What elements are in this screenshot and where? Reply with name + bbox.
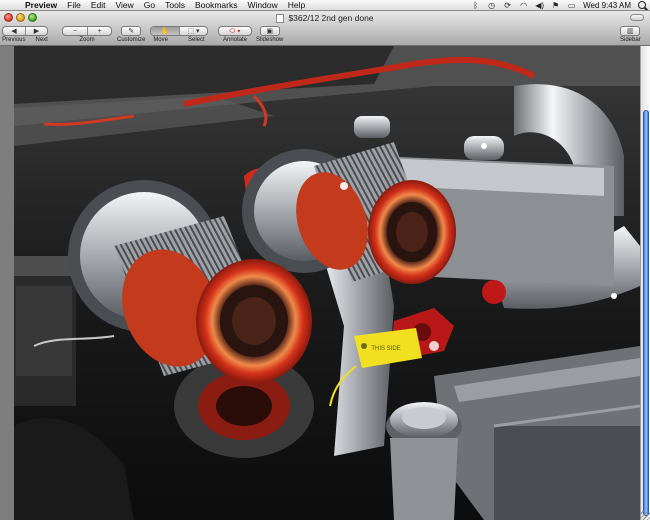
- slideshow-icon: ▣: [266, 28, 273, 35]
- sidebar-button[interactable]: ▥: [620, 26, 641, 36]
- menu-file[interactable]: File: [62, 0, 86, 10]
- previous-next-group: ◀ ▶ Previous Next: [2, 26, 48, 43]
- slideshow-label: Slideshow: [256, 37, 284, 43]
- move-select-group: ✋ ⬚ ▾ Move Select: [150, 26, 208, 43]
- menu-clock[interactable]: Wed 9:43 AM: [583, 1, 631, 10]
- customize-group: ✎ Customize: [117, 26, 145, 43]
- wifi-icon[interactable]: ◠: [519, 1, 528, 10]
- move-tool-button[interactable]: ✋: [151, 27, 179, 35]
- zoom-label: Zoom: [79, 37, 95, 43]
- sync-icon[interactable]: ⟳: [503, 1, 512, 10]
- zoom-out-button[interactable]: −: [63, 27, 87, 35]
- spotlight-search-icon[interactable]: [638, 1, 646, 9]
- window-controls: [4, 13, 37, 22]
- slideshow-group: ▣ Slideshow: [256, 26, 283, 43]
- toolbar-toggle-button[interactable]: [630, 14, 644, 21]
- volume-icon[interactable]: ◀): [535, 1, 544, 10]
- sidebar-group: ▥ Sidebar: [620, 26, 641, 43]
- sidebar-icon: ▥: [627, 28, 634, 35]
- minimize-window-icon[interactable]: [16, 13, 25, 22]
- vertical-scrollbar[interactable]: [640, 46, 650, 520]
- move-label: Move: [153, 37, 168, 43]
- customize-label: Customize: [117, 37, 146, 43]
- zoom-window-icon[interactable]: [28, 13, 37, 22]
- document-viewport[interactable]: THIS SIDE: [0, 46, 650, 520]
- previous-button[interactable]: ◀: [3, 27, 25, 35]
- window-title-text: $362/12 2nd gen done: [288, 13, 374, 23]
- select-tool-button[interactable]: ⬚ ▾: [179, 27, 207, 35]
- previous-next-segmented: ◀ ▶: [2, 26, 48, 36]
- scrollbar-thumb[interactable]: [643, 110, 649, 516]
- menu-tools[interactable]: Tools: [160, 0, 190, 10]
- menu-preview[interactable]: Preview: [20, 0, 62, 10]
- sidebar-label: Sidebar: [620, 37, 641, 43]
- menu-edit[interactable]: Edit: [86, 0, 111, 10]
- flag-icon[interactable]: ⚑: [551, 1, 560, 10]
- document-icon: [276, 13, 285, 23]
- move-select-segmented: ✋ ⬚ ▾: [150, 26, 208, 36]
- menu-bar: Preview File Edit View Go Tools Bookmark…: [0, 0, 650, 11]
- select-label: Select: [187, 37, 205, 43]
- toolbar: ◀ ▶ Previous Next − + Zoom ✎ Customize ✋…: [0, 25, 650, 46]
- menu-extras: ᛒ ◷ ⟳ ◠ ◀) ⚑ ▭ Wed 9:43 AM: [471, 1, 650, 10]
- annotate-label: Annotate: [222, 37, 248, 43]
- menu-go[interactable]: Go: [139, 0, 160, 10]
- time-machine-icon[interactable]: ◷: [487, 1, 496, 10]
- next-label: Next: [35, 37, 48, 43]
- annotate-dropdown[interactable]: ⬭ ▾: [218, 26, 252, 36]
- menu-bookmarks[interactable]: Bookmarks: [190, 0, 243, 10]
- window-title: $362/12 2nd gen done: [276, 13, 374, 23]
- zoom-segmented: − +: [62, 26, 112, 36]
- annotate-oval-icon: ⬭ ▾: [229, 27, 241, 35]
- menu-view[interactable]: View: [111, 0, 139, 10]
- pencil-icon: ✎: [128, 28, 135, 35]
- close-window-icon[interactable]: [4, 13, 13, 22]
- zoom-in-button[interactable]: +: [87, 27, 111, 35]
- annotate-group: ⬭ ▾ Annotate: [218, 26, 252, 43]
- battery-icon[interactable]: ▭: [567, 1, 576, 10]
- zoom-group: − + Zoom: [62, 26, 112, 43]
- previous-label: Previous: [2, 37, 26, 43]
- bluetooth-icon[interactable]: ᛒ: [471, 1, 480, 10]
- menu-help[interactable]: Help: [283, 0, 310, 10]
- slideshow-button[interactable]: ▣: [259, 26, 280, 36]
- customize-button[interactable]: ✎: [121, 26, 142, 36]
- engine-bay-image: THIS SIDE: [14, 46, 640, 520]
- tag-text: THIS SIDE: [371, 346, 400, 352]
- engine-photo: THIS SIDE: [14, 46, 640, 520]
- window-titlebar[interactable]: $362/12 2nd gen done: [0, 11, 650, 25]
- next-button[interactable]: ▶: [25, 27, 47, 35]
- window-resize-handle[interactable]: [640, 511, 650, 520]
- menu-window[interactable]: Window: [242, 0, 282, 10]
